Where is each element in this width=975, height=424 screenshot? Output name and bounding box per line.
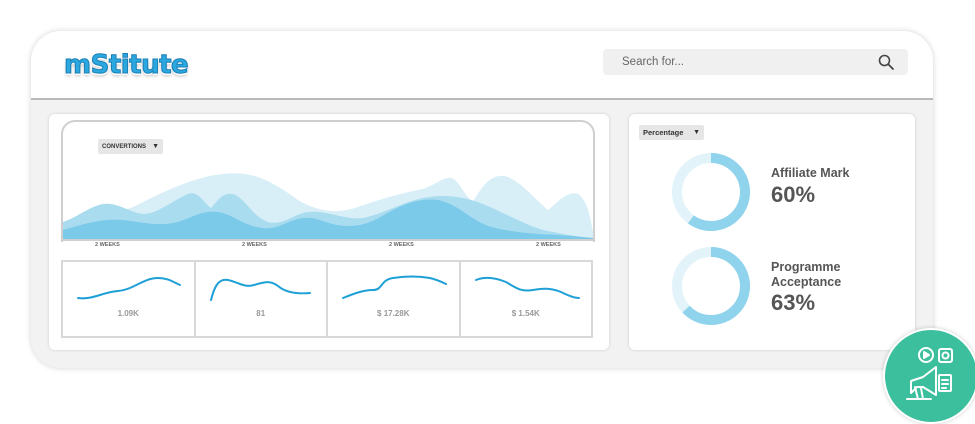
sparkline (77, 276, 181, 300)
stat-card[interactable]: $ 1.54K (461, 262, 592, 336)
donut-chart-programme (672, 247, 750, 325)
donut-chart-affiliate (672, 153, 750, 231)
stat-card[interactable]: $ 17.28K (328, 262, 461, 336)
search-icon[interactable] (878, 54, 894, 70)
stat-value: 81 (256, 309, 266, 318)
metric-label: Programme Acceptance (771, 260, 842, 289)
sparkline (209, 278, 311, 301)
media-marketing-icon (906, 347, 953, 400)
x-tick-label: 2 WEEKS (536, 242, 561, 248)
percentage-panel: Percentage ▼ Affiliate Mark 60% Programm… (629, 114, 915, 350)
app-window: mStitute CONVERTIONS ▼ 2 WEEKS 2 WEEKS 2… (31, 31, 933, 368)
x-tick-label: 2 WEEKS (242, 242, 267, 248)
metric-value: 63% (771, 290, 816, 315)
area-chart: CONVERTIONS ▼ (61, 120, 595, 242)
percentage-dropdown[interactable]: Percentage ▼ (639, 125, 704, 140)
stats-row: 1.09K 81 $ 17.28K $ 1.54K (61, 260, 593, 338)
sparkline (342, 275, 447, 299)
logo[interactable]: mStitute (63, 50, 189, 81)
stat-value: $ 17.28K (377, 309, 410, 318)
stat-value: 1.09K (117, 309, 139, 318)
conversions-panel: CONVERTIONS ▼ 2 WEEKS 2 WEEKS 2 WEEKS 2 … (49, 114, 609, 350)
search-bar[interactable] (603, 49, 908, 75)
stat-card[interactable]: 81 (196, 262, 328, 336)
stat-value: $ 1.54K (511, 309, 540, 318)
x-tick-label: 2 WEEKS (95, 242, 120, 248)
x-tick-label: 2 WEEKS (389, 242, 414, 248)
sparkline (474, 276, 580, 299)
conversions-dropdown[interactable]: CONVERTIONS ▼ (98, 139, 163, 154)
percentage-dropdown-label: Percentage (643, 128, 684, 137)
stat-card[interactable]: 1.09K (63, 262, 196, 336)
top-bar: mStitute (31, 31, 933, 100)
caret-down-icon: ▼ (152, 143, 159, 150)
metric-label: Affiliate Mark (771, 166, 850, 180)
conversions-dropdown-label: CONVERTIONS (102, 143, 147, 150)
caret-down-icon: ▼ (693, 129, 700, 136)
media-marketing-badge[interactable] (883, 328, 975, 424)
search-input[interactable] (620, 55, 864, 69)
metric-value: 60% (771, 182, 816, 207)
